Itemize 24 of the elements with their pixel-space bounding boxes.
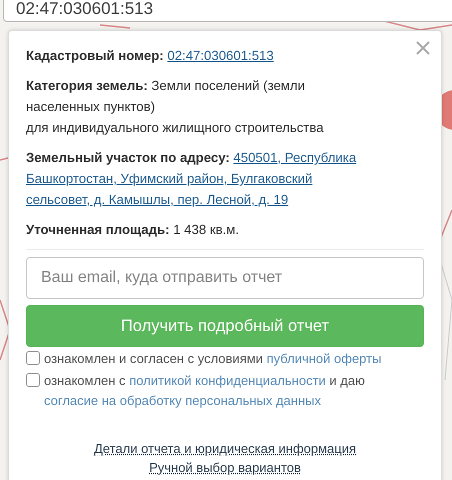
field-value: населенных пунктов) (26, 99, 155, 114)
checkbox[interactable] (26, 351, 40, 365)
checkbox[interactable] (26, 373, 40, 387)
address-link[interactable]: 450501, Республика (233, 150, 356, 165)
field-value: 1 438 кв.м. (173, 222, 240, 237)
address-link[interactable]: сельсовет, д. Камышлы, пер. Лесной, д. 19 (26, 192, 288, 207)
address-link[interactable]: Башкортостан, Уфимский район, Булгаковский (26, 171, 312, 186)
agreement-text: ознакомлен с политикой конфиденциальности и даю согласие на обработку персональных данных (44, 372, 366, 410)
email-field[interactable]: Ваш email, куда отправить отчет (26, 257, 424, 299)
footer-link[interactable]: Ручной выбор вариантов (149, 458, 301, 477)
cadastral-link[interactable]: 02:47:030601:513 (167, 48, 274, 63)
close-icon[interactable] (415, 40, 431, 56)
agreement-link[interactable]: публичной оферты (266, 351, 382, 366)
field-note: для индивидуального жилищного строительства (26, 120, 324, 135)
agreement-text: ознакомлен и согласен с условиями публичной оферты (44, 350, 382, 368)
field-label: Категория земель: (26, 78, 148, 93)
footer-link[interactable]: Детали отчета и юридическая информация (94, 439, 356, 458)
agreement-link[interactable]: политикой конфиденциальности (129, 373, 326, 388)
field-value: Земли поселений (земли (151, 78, 305, 93)
field-label: Уточненная площадь: (26, 222, 170, 237)
field-label: Кадастровый номер: (26, 48, 164, 63)
field-label: Земельный участок по адресу: (26, 150, 230, 165)
search-field[interactable]: 02:47:030601:513 (3, 0, 452, 22)
agreement-link[interactable]: согласие на обработку персональных данных (44, 393, 321, 408)
